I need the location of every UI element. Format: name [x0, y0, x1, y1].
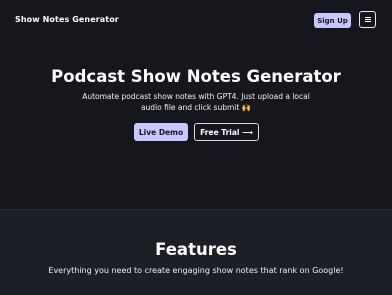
live-demo-button[interactable]: Live Demo — [134, 123, 188, 141]
brand-logo-text[interactable]: Show Notes Generator — [15, 15, 119, 24]
hero-subtitle: Automate podcast show notes with GPT4. J… — [82, 92, 310, 112]
hero-title: Podcast Show Notes Generator — [51, 67, 341, 86]
features-section: Features Everything you need to create e… — [0, 209, 392, 295]
hamburger-menu-icon — [364, 17, 371, 22]
features-subtitle: Everything you need to create engaging s… — [48, 266, 344, 275]
features-title: Features — [155, 240, 237, 259]
sign-up-button[interactable]: Sign Up — [314, 13, 351, 28]
top-nav: Show Notes Generator Sign Up — [0, 0, 392, 40]
menu-button[interactable] — [359, 11, 376, 28]
free-trial-button[interactable]: Free Trial ⟶ — [194, 123, 259, 141]
